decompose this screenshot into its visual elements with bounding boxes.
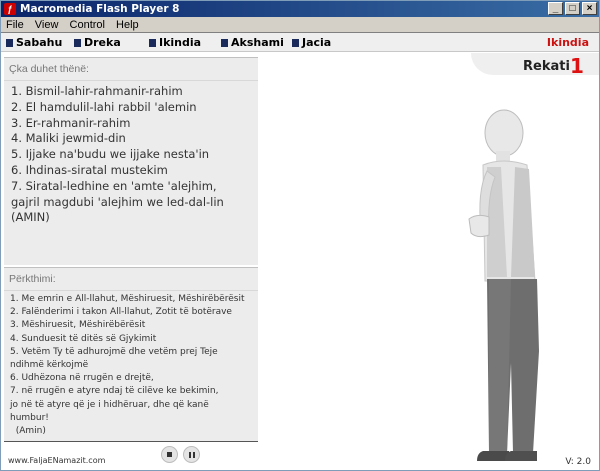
- list-item: 7. Siratal-ledhine en 'amte 'alejhim,: [11, 178, 217, 193]
- list-item: 3. Mëshiruesit, Mëshirëbërësit: [10, 320, 146, 331]
- list-item: (Amin): [10, 426, 46, 437]
- footer-divider: [4, 441, 258, 442]
- menu-help[interactable]: Help: [111, 17, 142, 32]
- list-item: ndihmë kërkojmë: [10, 360, 89, 371]
- site-link[interactable]: www.FaljaENamazit.com: [8, 456, 105, 465]
- stop-button[interactable]: [161, 446, 178, 463]
- list-item: gajril magdubi 'alejhim we led-dal-lin: [11, 194, 224, 209]
- list-item: 1. Me emrin e All-llahut, Mëshiruesit, M…: [10, 294, 245, 304]
- menu-file[interactable]: File: [1, 17, 27, 32]
- recitation-list: 1. Bismil-lahir-rahmanir-rahim 2. El ham…: [4, 74, 258, 226]
- list-item: 3. Er-rahmanir-rahim: [11, 115, 131, 130]
- nav-ikindia[interactable]: Ikindia: [149, 36, 201, 49]
- title-bar: ƒ Macromedia Flash Player 8 _ □ ×: [1, 1, 599, 17]
- divider: [4, 80, 258, 81]
- list-item: 5. Vetëm Ty të adhurojmë dhe vetëm prej …: [10, 346, 218, 357]
- list-item: 6. Udhëzona në rrugën e drejtë,: [10, 373, 154, 384]
- prayer-nav: Sabahu Dreka Ikindia Akshami Jacia Ikind…: [1, 33, 599, 52]
- maximize-button[interactable]: □: [565, 2, 580, 15]
- nav-jacia[interactable]: Jacia: [292, 36, 331, 49]
- recitation-panel: Çka duhet thënë: 1. Bismil-lahir-rahmani…: [4, 57, 258, 265]
- translation-heading: Përkthimi:: [9, 273, 56, 285]
- version-label: V: 2.0: [565, 457, 591, 467]
- list-item: 7. në rrugën e atyre ndaj të cilëve ke b…: [10, 386, 219, 397]
- flash-icon: ƒ: [4, 3, 16, 15]
- nav-dreka[interactable]: Dreka: [74, 36, 121, 49]
- bullet-icon: [6, 38, 13, 47]
- nav-sabahu[interactable]: Sabahu: [6, 36, 62, 49]
- rakat-number: 1: [570, 54, 584, 78]
- list-item: 1. Bismil-lahir-rahmanir-rahim: [11, 84, 183, 98]
- bullet-icon: [221, 38, 228, 47]
- list-item: (AMIN): [11, 210, 50, 225]
- translation-panel: Përkthimi: 1. Me emrin e All-llahut, Mës…: [4, 267, 258, 441]
- recitation-heading: Çka duhet thënë:: [9, 63, 89, 75]
- list-item: jo në të atyre që je i hidhëruar, dhe që…: [10, 399, 209, 410]
- pause-button[interactable]: [183, 446, 200, 463]
- menu-bar: File View Control Help: [1, 17, 599, 33]
- minimize-button[interactable]: _: [548, 2, 563, 15]
- list-item: 4. Maliki jewmid-din: [11, 131, 126, 146]
- translation-list: 1. Me emrin e All-llahut, Mëshiruesit, M…: [4, 284, 258, 438]
- bullet-icon: [292, 38, 299, 47]
- close-button[interactable]: ×: [582, 2, 597, 15]
- list-item: 2. Falënderimi i takon All-llahut, Zotit…: [10, 307, 232, 318]
- window-title: Macromedia Flash Player 8: [20, 3, 180, 15]
- divider: [4, 290, 258, 291]
- nav-akshami[interactable]: Akshami: [221, 36, 284, 49]
- list-item: 4. Sunduesit të ditës së Gjykimit: [10, 333, 157, 344]
- current-prayer-label: Ikindia: [546, 36, 589, 49]
- app-window: ƒ Macromedia Flash Player 8 _ □ × File V…: [0, 0, 600, 471]
- list-item: 5. Ijjake na'budu we ijjake nesta'in: [11, 147, 210, 162]
- menu-view[interactable]: View: [30, 17, 62, 32]
- praying-man-figure: [468, 109, 539, 461]
- bullet-icon: [74, 38, 81, 47]
- list-item: 2. El hamdulil-lahi rabbil 'alemin: [11, 99, 197, 114]
- list-item: humbur!: [10, 412, 49, 423]
- menu-control[interactable]: Control: [65, 17, 108, 32]
- list-item: 6. Ihdinas-siratal mustekim: [11, 162, 168, 177]
- bullet-icon: [149, 38, 156, 47]
- rakat-label: Rekati: [523, 59, 570, 74]
